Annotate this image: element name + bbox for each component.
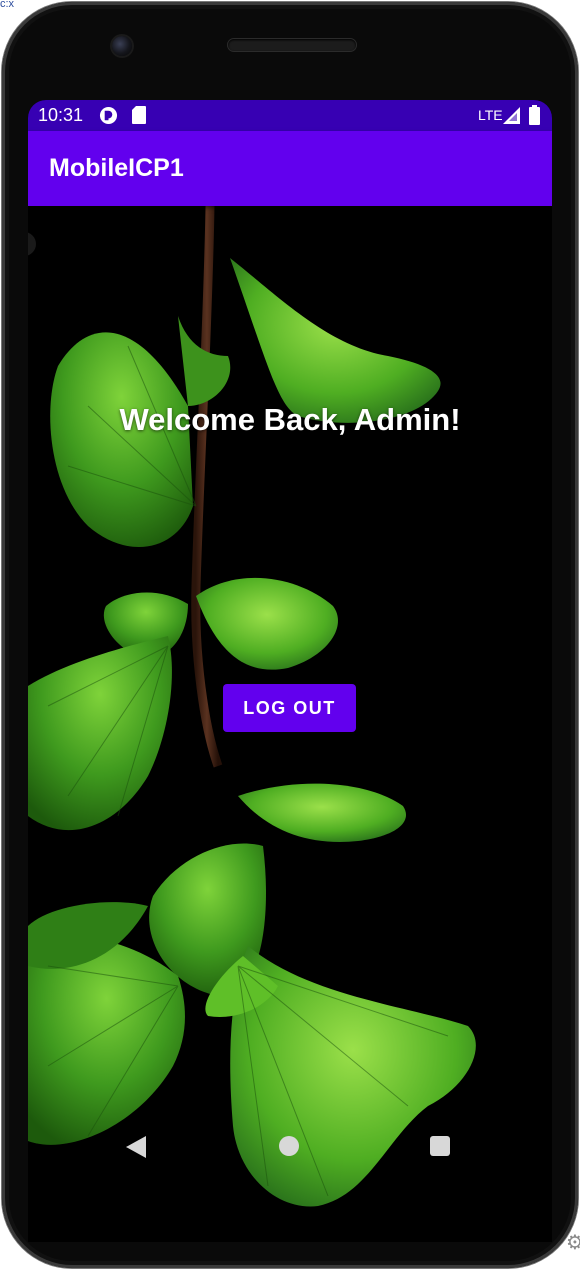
sd-card-icon [132,106,146,124]
status-time: 10:31 [38,105,84,125]
gear-icon: ⚙ [566,1232,580,1254]
network-type-label: LTE [478,107,503,123]
signal-icon [503,107,520,124]
back-icon[interactable] [126,1136,146,1158]
app-bar: MobileICP1 [28,131,552,206]
status-bar: 10:31 LTE [28,100,552,131]
background-window-text: c:x [0,0,15,8]
battery-icon [529,105,540,125]
main-content: Welcome Back, Admin! LOG OUT [28,206,552,1242]
home-icon[interactable] [279,1136,299,1156]
earpiece-speaker [228,39,356,51]
logout-button[interactable]: LOG OUT [223,684,356,732]
welcome-heading: Welcome Back, Admin! [119,402,461,437]
recent-apps-icon[interactable] [430,1136,450,1156]
phone-frame: 10:31 LTE MobileICP1 Welcome Back, Admin… [2,2,578,1268]
device-screen: 10:31 LTE MobileICP1 Welcome Back, Admin… [28,100,552,1242]
app-title: MobileICP1 [49,154,184,182]
notification-app-icon [99,106,118,125]
navigation-bar [28,1112,552,1180]
page: c:x 10:31 LTE MobileICP1 Welcome Back, A… [0,0,580,1270]
front-camera-icon [112,36,132,56]
